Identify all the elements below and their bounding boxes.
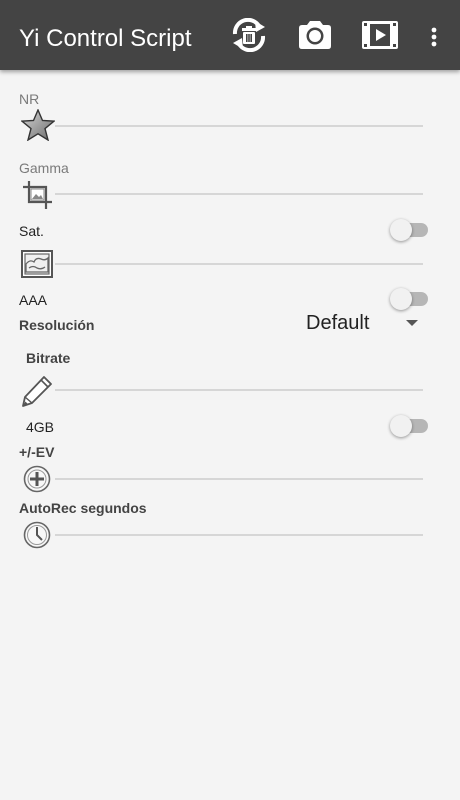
sync-trash-icon [232, 18, 266, 52]
ev-label: +/-EV [19, 444, 55, 460]
resolution-value: Default [306, 312, 370, 334]
storage-4gb-toggle[interactable] [390, 415, 430, 437]
aaa-toggle[interactable] [390, 288, 430, 310]
clock-icon [23, 521, 51, 549]
overflow-menu-button[interactable] [426, 18, 442, 52]
sat-toggle[interactable] [390, 219, 430, 241]
autorec-slider[interactable] [55, 528, 423, 542]
ev-slider[interactable] [55, 472, 423, 486]
pencil-icon [20, 374, 54, 408]
landscape-image-icon [21, 250, 53, 278]
gamma-label: Gamma [19, 160, 69, 176]
nr-label: NR [19, 91, 40, 107]
plus-circle-icon [23, 465, 51, 493]
autorec-label: AutoRec segundos [19, 500, 147, 516]
bitrate-label: Bitrate [26, 350, 71, 366]
sat-label: Sat. [19, 223, 44, 239]
app-title: Yi Control Script [19, 25, 192, 52]
camera-icon [299, 21, 331, 49]
nr-slider[interactable] [55, 119, 423, 133]
bitrate-slider[interactable] [55, 383, 423, 397]
gamma-slider[interactable] [55, 187, 423, 201]
sync-delete-button[interactable] [229, 18, 269, 52]
crop-icon [22, 180, 54, 210]
star-icon [21, 109, 55, 141]
record-video-button[interactable] [360, 18, 400, 52]
resolution-label: Resolución [19, 317, 95, 333]
storage-4gb-label: 4GB [26, 419, 55, 435]
video-icon [362, 21, 398, 49]
aaa-label: AAA [19, 292, 48, 308]
resolution-dropdown[interactable]: Default [300, 309, 424, 337]
dropdown-arrow-icon [406, 320, 418, 326]
take-photo-button[interactable] [296, 18, 334, 52]
more-vertical-icon [431, 27, 437, 47]
app-bar: Yi Control Script [0, 0, 460, 70]
sat-slider[interactable] [55, 257, 423, 271]
